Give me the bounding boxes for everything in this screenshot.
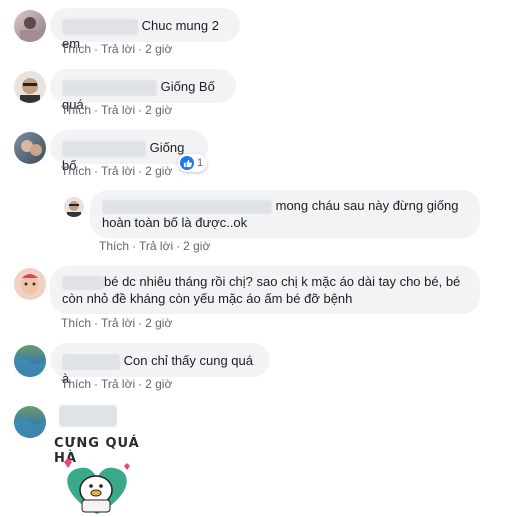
like-link[interactable]: Thích xyxy=(61,164,91,178)
redacted-name[interactable] xyxy=(62,140,146,157)
reply-link[interactable]: Trả lời xyxy=(101,164,135,178)
avatar[interactable] xyxy=(64,197,84,217)
redacted-name[interactable] xyxy=(59,405,117,427)
comment-bubble: Chuc mung 2 em xyxy=(50,8,240,51)
comment-actions: Thích · Trả lời · 2 giờ xyxy=(61,103,173,117)
reaction-count: 1 xyxy=(197,157,204,169)
timestamp[interactable]: 2 giờ xyxy=(145,377,172,391)
timestamp[interactable]: 2 giờ xyxy=(145,42,172,56)
avatar[interactable] xyxy=(14,268,46,300)
timestamp[interactable]: 2 giờ xyxy=(145,164,172,178)
avatar[interactable] xyxy=(14,345,46,377)
reply-link[interactable]: Trả lời xyxy=(101,377,135,391)
avatar-photo xyxy=(21,140,42,156)
redacted-name[interactable] xyxy=(102,199,272,214)
comment-actions: Thích · Trả lời · 2 giờ xyxy=(61,316,173,330)
comment-text-line1: mong cháu sau này đừng giống xyxy=(275,198,459,213)
comment-text-line2: hoàn toàn bố là được..ok xyxy=(102,215,248,230)
like-link[interactable]: Thích xyxy=(61,316,91,330)
redacted-name[interactable] xyxy=(62,353,120,370)
avatar[interactable] xyxy=(14,132,46,164)
avatar[interactable] xyxy=(14,10,46,42)
timestamp[interactable]: 2 giờ xyxy=(145,316,172,330)
avatar-photo xyxy=(20,78,40,103)
comment-actions: Thích · Trả lời · 2 giờ xyxy=(61,42,173,56)
duck-sticker-icon xyxy=(64,458,130,514)
avatar[interactable] xyxy=(14,406,46,438)
like-link[interactable]: Thích xyxy=(61,377,91,391)
comment-bubble: mong cháu sau này đừng giống hoàn toàn b… xyxy=(90,190,480,238)
avatar-photo xyxy=(20,17,40,42)
comment-bubble: Giống Bố quá. xyxy=(50,69,236,112)
like-link[interactable]: Thích xyxy=(61,103,91,117)
like-link[interactable]: Thích xyxy=(99,239,129,253)
redacted-name[interactable] xyxy=(62,18,138,35)
sticker[interactable]: CƯNG QUÁ HÀ xyxy=(52,436,142,517)
reply-link[interactable]: Trả lời xyxy=(139,239,173,253)
avatar-photo xyxy=(14,418,46,438)
reaction-badge[interactable]: 1 xyxy=(178,154,208,172)
avatar-photo xyxy=(21,274,39,294)
comment-actions: Thích · Trả lời · 2 giờ xyxy=(99,239,211,253)
like-icon xyxy=(180,156,194,170)
comment-text-line2: còn nhỏ đề kháng còn yếu mặc áo ấm bé đỡ… xyxy=(62,291,353,306)
avatar-photo xyxy=(14,357,46,377)
redacted-name[interactable] xyxy=(62,275,104,290)
reply-link[interactable]: Trả lời xyxy=(101,42,135,56)
reply-link[interactable]: Trả lời xyxy=(101,103,135,117)
reply-link[interactable]: Trả lời xyxy=(101,316,135,330)
avatar[interactable] xyxy=(14,71,46,103)
comment-actions: Thích · Trả lời · 2 giờ xyxy=(61,377,173,391)
avatar-photo xyxy=(67,201,81,217)
comment-actions: Thích · Trả lời · 2 giờ xyxy=(61,164,173,178)
like-link[interactable]: Thích xyxy=(61,42,91,56)
comment-bubble: bé dc nhiêu tháng rồi chị? sao chị k mặc… xyxy=(50,266,480,314)
timestamp[interactable]: 2 giờ xyxy=(145,103,172,117)
comment-bubble: Con chỉ thấy cung quá à xyxy=(50,343,270,386)
redacted-name[interactable] xyxy=(62,79,157,96)
comment-text-line1: bé dc nhiêu tháng rồi chị? sao chị k mặc… xyxy=(104,274,461,289)
timestamp[interactable]: 2 giờ xyxy=(183,239,210,253)
